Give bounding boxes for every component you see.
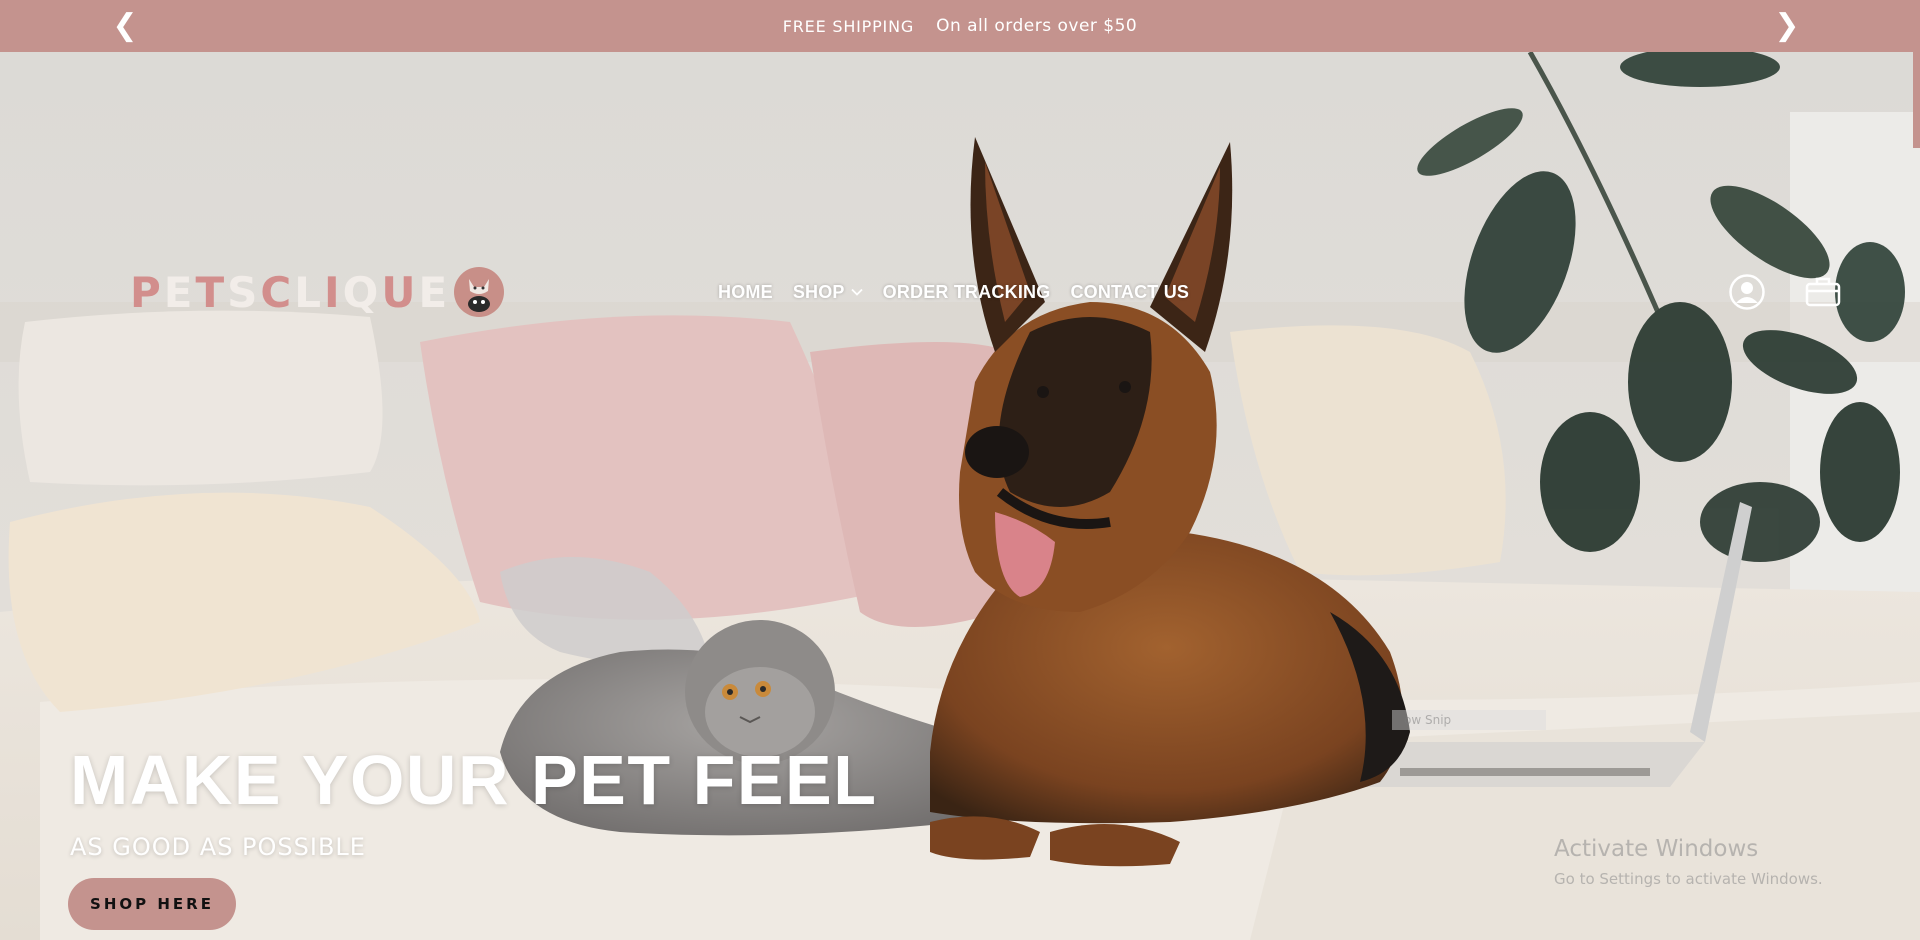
nav-item-home[interactable]: HOME (718, 282, 773, 303)
announcement-next-arrow[interactable]: ❯ (1772, 10, 1802, 42)
logo-letter: E (418, 267, 451, 317)
main-navigation: HOME SHOP ORDER TRACKING CONTACT US (718, 252, 1189, 332)
account-button[interactable] (1728, 273, 1766, 311)
chevron-down-icon (850, 288, 863, 296)
nav-item-order-tracking[interactable]: ORDER TRACKING (883, 282, 1051, 303)
announcement-message: On all orders over $50 (936, 16, 1138, 36)
pet-mascot-icon (454, 267, 505, 317)
cart-icon (1805, 277, 1841, 307)
logo-letter: S (227, 267, 261, 317)
cart-button[interactable] (1804, 273, 1842, 311)
hero-subtitle: AS GOOD AS POSSIBLE (70, 833, 366, 861)
nav-item-label: ORDER TRACKING (882, 281, 1051, 302)
account-icon (1729, 274, 1765, 310)
announcement-content: FREE SHIPPING On all orders over $50 (783, 16, 1138, 36)
hero-title: MAKE YOUR PET FEEL (70, 741, 878, 819)
nav-item-label: CONTACT US (1070, 281, 1190, 302)
logo-letter: I (324, 267, 343, 317)
announcement-bar: ❮ FREE SHIPPING On all orders over $50 ❯ (0, 0, 1920, 52)
logo-letter: L (294, 267, 324, 317)
logo-letter: U (381, 267, 419, 317)
brand-logo[interactable]: PETSCLIQUE (130, 252, 505, 332)
nav-item-label: SHOP (792, 281, 845, 302)
watermark-title: Activate Windows (1554, 836, 1759, 862)
logo-letter: C (260, 267, 295, 317)
logo-letter: P (130, 267, 164, 317)
page-scrollbar[interactable] (1913, 52, 1920, 148)
brand-wordmark: PETSCLIQUE (130, 268, 450, 317)
logo-letter: T (195, 267, 228, 317)
snip-overlay-ghost: ow Snip (1392, 710, 1546, 730)
watermark-subtitle: Go to Settings to activate Windows. (1554, 870, 1823, 888)
nav-item-shop[interactable]: SHOP (793, 282, 863, 303)
announcement-prev-arrow[interactable]: ❮ (110, 10, 140, 42)
header-actions (1728, 252, 1842, 332)
announcement-heading: FREE SHIPPING (782, 16, 915, 36)
site-header: PETSCLIQUE HOME SHOP ORDER TRACKING CONT… (0, 252, 1920, 332)
shop-here-button[interactable]: SHOP HERE (68, 878, 236, 930)
logo-letter: Q (342, 267, 382, 317)
nav-item-contact-us[interactable]: CONTACT US (1070, 282, 1189, 303)
nav-item-label: HOME (718, 281, 773, 302)
hero-copy: MAKE YOUR PET FEEL AS GOOD AS POSSIBLE (70, 745, 877, 861)
logo-letter: E (163, 267, 196, 317)
activate-windows-watermark: Activate Windows Go to Settings to activ… (1554, 836, 1823, 888)
